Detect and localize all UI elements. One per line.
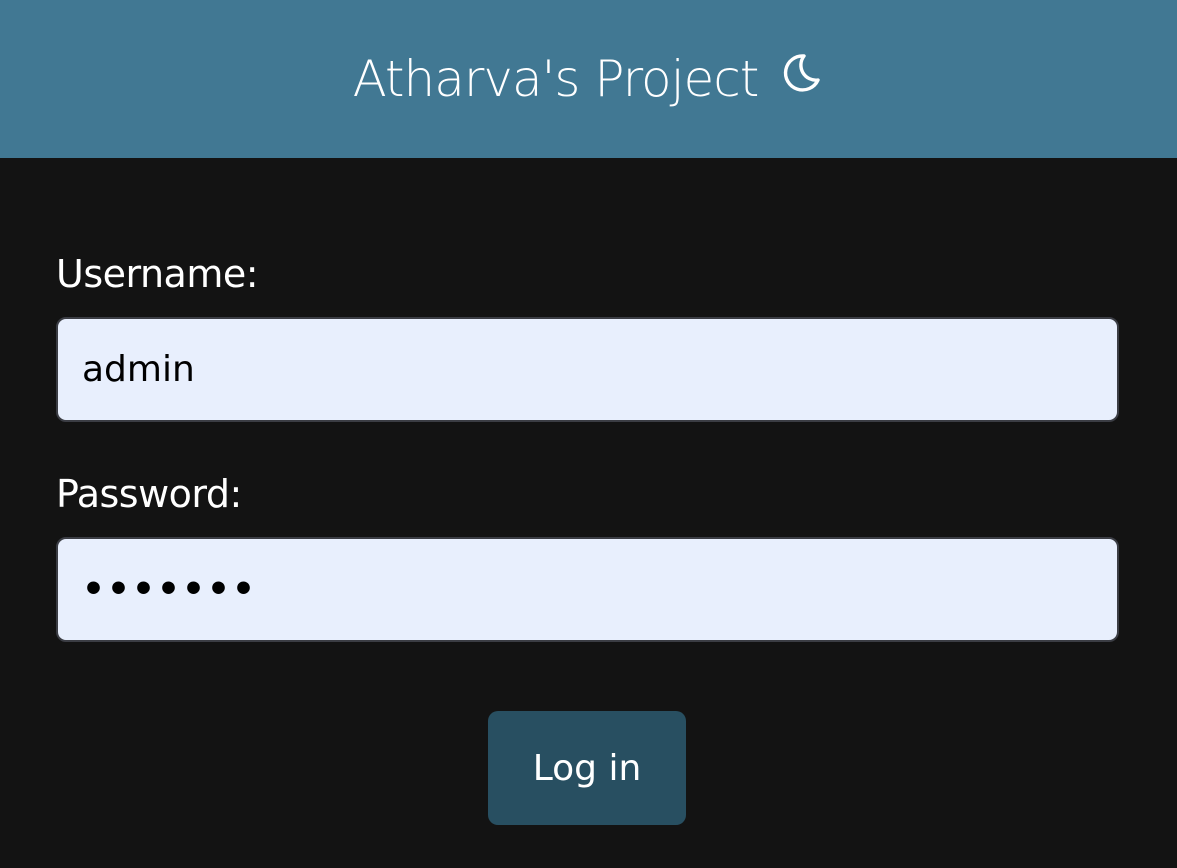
username-input[interactable] [56, 317, 1119, 422]
page-title: Atharva's Project [352, 50, 760, 108]
password-label: Password: [56, 472, 242, 516]
username-label: Username: [56, 252, 259, 296]
moon-icon [784, 54, 821, 92]
password-input[interactable] [56, 537, 1119, 642]
theme-toggle-button[interactable] [776, 49, 824, 97]
app-header: Atharva's Project [0, 0, 1177, 158]
login-button[interactable]: Log in [488, 711, 686, 825]
